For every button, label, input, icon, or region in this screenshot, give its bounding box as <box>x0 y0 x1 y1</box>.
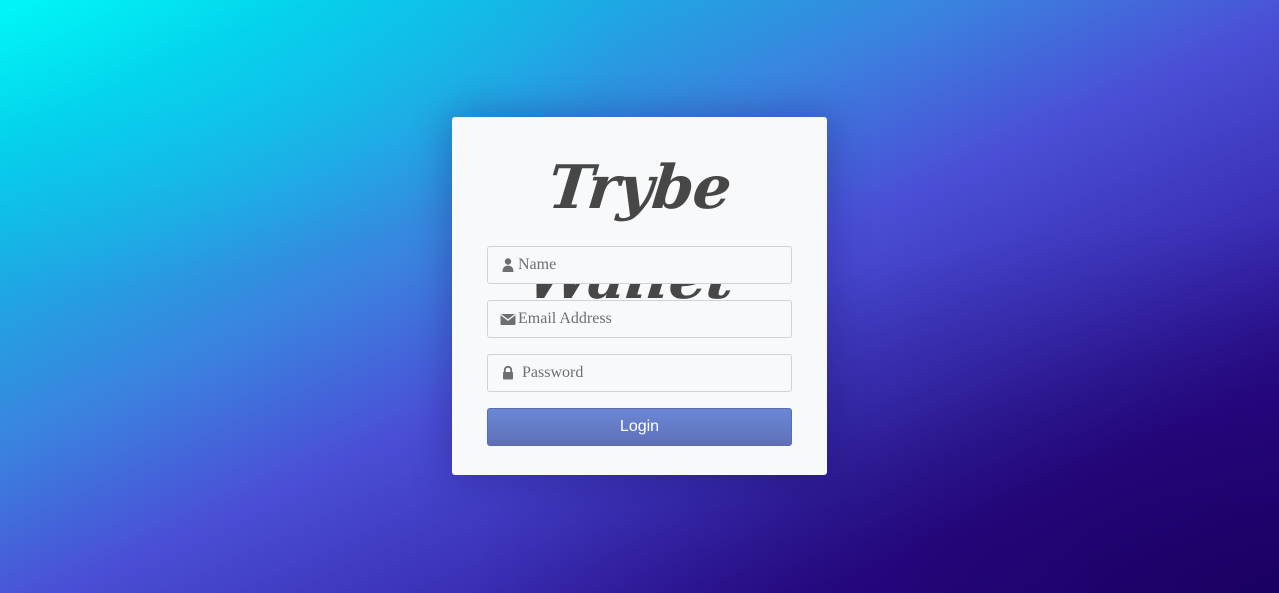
user-icon <box>500 257 516 273</box>
login-button[interactable]: Login <box>487 408 792 446</box>
email-input[interactable] <box>518 301 783 337</box>
envelope-icon <box>500 311 516 327</box>
name-input[interactable] <box>518 247 783 283</box>
password-input[interactable] <box>522 355 787 391</box>
login-card: Trybe Wallet Login <box>452 117 827 475</box>
lock-icon <box>500 365 516 381</box>
name-field[interactable] <box>487 246 792 284</box>
email-field[interactable] <box>487 300 792 338</box>
password-field[interactable] <box>487 354 792 392</box>
app-logo: Trybe Wallet <box>523 153 737 313</box>
